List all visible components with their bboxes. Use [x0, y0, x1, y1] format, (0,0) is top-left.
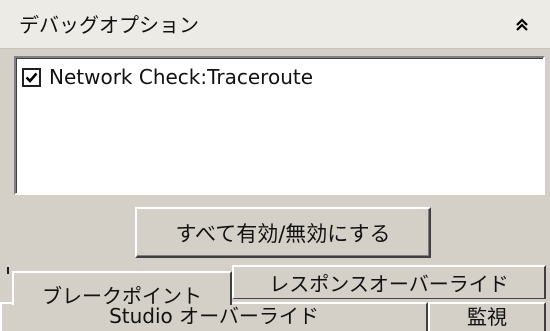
panel-title: デバッグオプション	[19, 13, 199, 37]
divider	[7, 267, 9, 274]
checkmark-icon	[25, 72, 38, 83]
list-item-label: Network Check:Traceroute	[49, 65, 314, 89]
collapse-button[interactable]	[510, 13, 534, 37]
toggle-all-button[interactable]: すべて有効/無効にする	[135, 207, 431, 258]
panel-header: デバッグオプション	[0, 0, 550, 49]
checkbox-checked[interactable]	[22, 67, 41, 87]
tab-monitor[interactable]: 監視	[428, 302, 546, 331]
double-chevron-up-icon	[516, 18, 528, 31]
list-item[interactable]: Network Check:Traceroute	[22, 65, 314, 89]
debug-options-list[interactable]: Network Check:Traceroute	[14, 56, 545, 195]
tab-breakpoints[interactable]: ブレークポイント	[12, 271, 232, 308]
tab-response-override[interactable]: レスポンスオーバーライド	[232, 265, 546, 299]
